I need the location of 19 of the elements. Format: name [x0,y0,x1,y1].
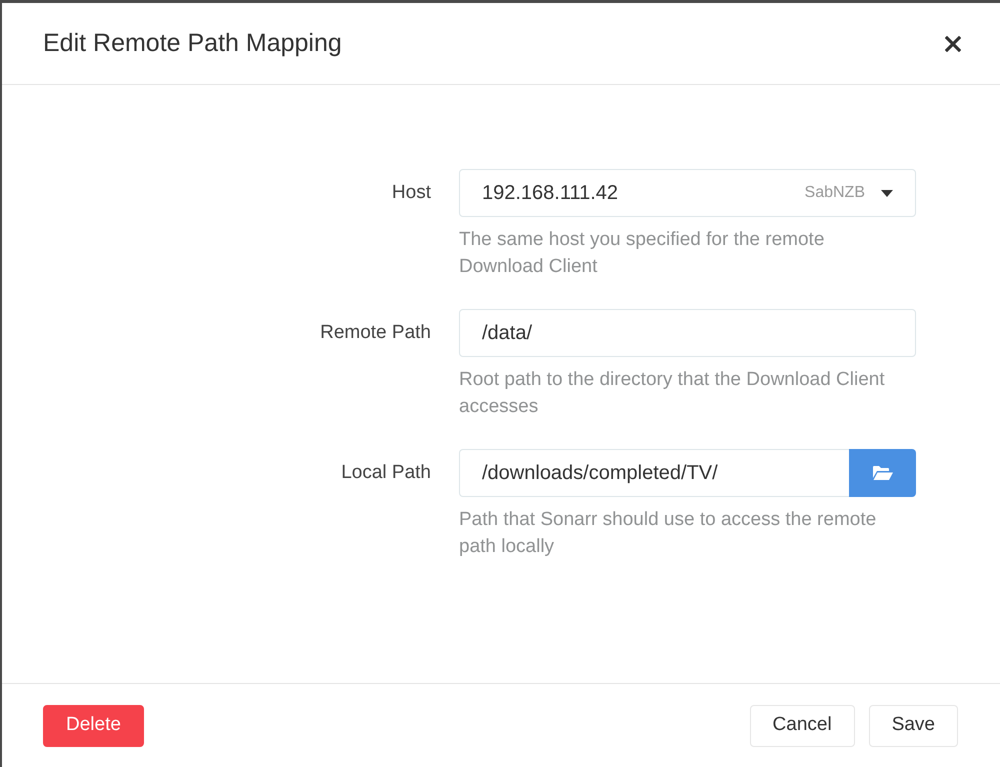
field-label: Remote Path [319,321,432,345]
field-label: Local Path [340,461,432,485]
footer-button[interactable]: Save [868,704,958,746]
input-field[interactable]: /downloads/completed/TV/ [459,449,849,497]
help-text: Path that Sonarr should use to access the remote path locally [459,508,878,559]
help-text: Root path to the directory that the Download Client accesses [459,368,886,419]
delete-button[interactable]: Delete [43,704,144,746]
select-value: 192.168.111.42 [482,181,620,206]
input-field[interactable]: /data/ [459,309,916,357]
caret-icon [881,190,893,196]
field-label: Host [390,181,432,205]
select-hint: SabNZB [804,183,865,203]
close-icon [945,36,961,52]
host-select[interactable]: 192.168.111.42 SabNZB [459,169,916,217]
footer-button[interactable]: Cancel [750,704,855,746]
help-text: The same host you specified for the remote Download Client [459,228,826,279]
browse-button[interactable] [849,449,916,497]
dialog-title: Edit Remote Path Mapping [43,28,342,59]
folder-icon [872,465,894,481]
